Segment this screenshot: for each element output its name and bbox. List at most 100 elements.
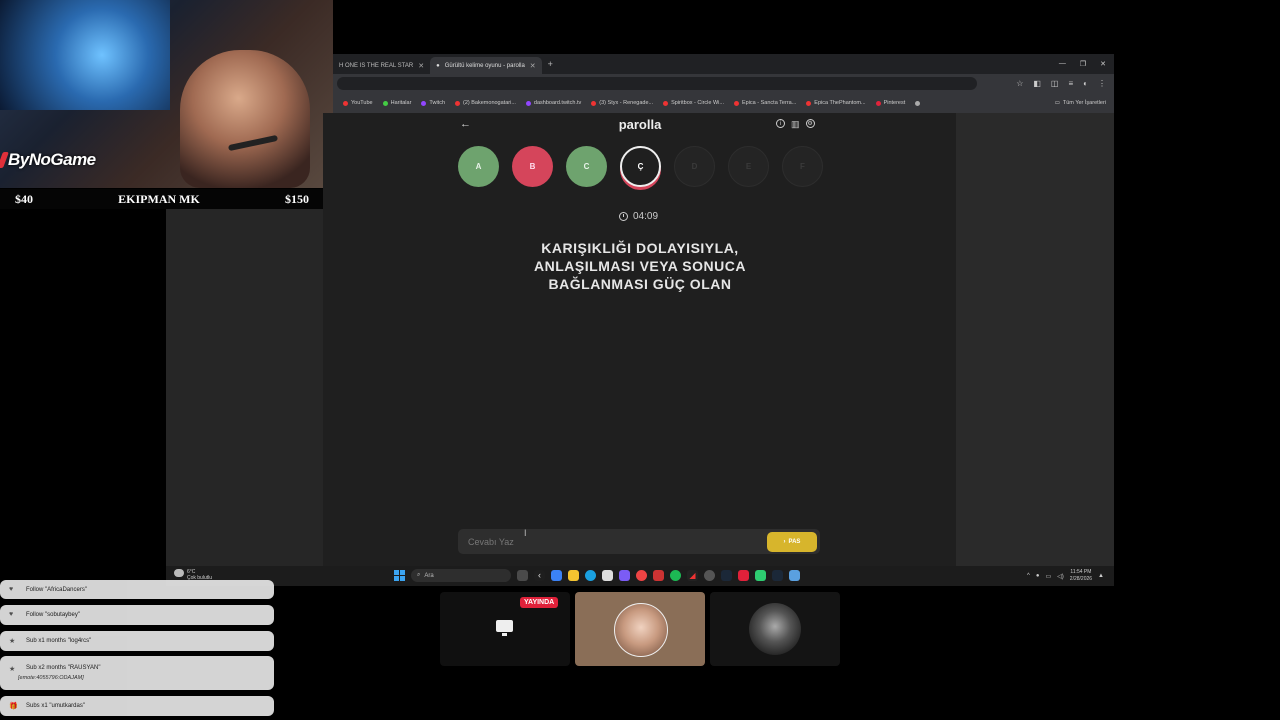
bookmark-epica-phantom[interactable]: Epica ThePhantom... — [806, 100, 866, 106]
bookmarks-bar: YouTube Haritalar Twitch (2) Bakemonogat… — [333, 93, 1114, 113]
file-explorer-icon[interactable] — [568, 570, 579, 581]
address-bar: ☆ ◧ ◫ ≡ ◐ ⋮ — [333, 74, 1114, 93]
header-icons: i ▥ ⚙ — [776, 119, 815, 130]
cloud-icon — [174, 569, 184, 577]
windows-taskbar: 6°C Çok bulutlu ⌕ Ara ‹ ◢ ^ ● ▭ ◁) 11:54 — [166, 566, 1114, 586]
chrome-icon[interactable] — [636, 570, 647, 581]
new-tab-icon[interactable]: + — [548, 59, 553, 69]
taskbar-clock[interactable]: 11:54 PM 2/28/2026 — [1070, 569, 1092, 583]
bookmark-spiritbox[interactable]: Spiritbox - Circle Wi... — [663, 100, 724, 106]
bookmark-youtube[interactable]: YouTube — [343, 100, 373, 106]
tab-close-icon[interactable]: ✕ — [418, 62, 424, 70]
goal-label: EKIPMAN MK — [118, 191, 200, 206]
info-icon[interactable]: i — [776, 119, 785, 128]
back-arrow-icon[interactable]: ← — [460, 118, 471, 130]
heart-icon: ♥ — [9, 585, 14, 593]
letter-circle-cedilla-c: Ç — [620, 146, 661, 187]
app-blue-icon[interactable] — [789, 570, 800, 581]
close-window-icon[interactable]: ✕ — [1100, 60, 1106, 68]
search-icon: ⌕ — [417, 572, 421, 578]
settings-icon[interactable]: ⚙ — [805, 119, 815, 128]
bookmarks-other-folder[interactable]: ▭ Tüm Yer İşaretleri — [1055, 100, 1114, 106]
extensions-puzzle-icon[interactable]: ◫ — [1051, 79, 1059, 88]
app-red-icon[interactable] — [738, 570, 749, 581]
event-subtext: [emote:4055796:ODAJAM] — [18, 675, 84, 681]
profile-icon[interactable]: ◐ — [1083, 79, 1088, 88]
settings-gear-icon[interactable] — [704, 570, 715, 581]
event-item: ★ Sub x1 months "log4rcs" — [0, 631, 274, 651]
star-bookmark-icon[interactable]: ☆ — [1016, 79, 1023, 88]
network-icon[interactable]: ▭ — [1046, 573, 1052, 580]
edge-icon[interactable] — [585, 570, 596, 581]
event-text: Follow "sobutaybey" — [26, 612, 80, 618]
screen-share-icon — [496, 620, 513, 632]
event-text: Subs x1 "umutkardas" — [26, 703, 85, 709]
spotify-icon[interactable] — [670, 570, 681, 581]
mic-icon[interactable]: ● — [1036, 573, 1040, 579]
tab-close-icon[interactable]: ✕ — [530, 62, 536, 70]
stats-icon[interactable]: ▥ — [791, 119, 800, 130]
donation-goal-bar: $40 EKIPMAN MK $150 — [0, 189, 333, 209]
chevron-up-icon[interactable]: ^ — [1027, 573, 1030, 579]
webcam-feed: ByNoGame — [0, 0, 333, 188]
minimize-icon[interactable]: — — [1059, 60, 1066, 68]
browser-tab[interactable]: H ONE IS THE REAL STAR ✕ — [333, 57, 430, 74]
bookmark-bakemonogatari[interactable]: (2) Bakemonogatari... — [455, 100, 516, 106]
question-line: ANLAŞILMASI VEYA SONUCA — [534, 258, 746, 274]
app-green-icon[interactable] — [755, 570, 766, 581]
letter-circle-b: B — [512, 146, 553, 187]
bookmark-pinterest[interactable]: Pinterest — [875, 100, 905, 106]
copilot-icon[interactable] — [551, 570, 562, 581]
media-icon[interactable]: ≡ — [1068, 79, 1073, 88]
extension-icon[interactable]: ◧ — [1033, 79, 1041, 88]
goal-current: $40 — [15, 191, 33, 206]
bookmark-twitch[interactable]: Twitch — [421, 100, 445, 106]
letter-progress: A B C Ç D E F — [458, 146, 823, 187]
letter-circle-c: C — [566, 146, 607, 187]
bookmark-styx[interactable]: (3) Styx - Renegade... — [591, 100, 653, 106]
event-item: 🎁 Subs x1 "umutkardas" — [0, 696, 274, 716]
taskbar-search[interactable]: ⌕ Ara — [411, 569, 511, 582]
menu-kebab-icon[interactable]: ⋮ — [1098, 79, 1106, 88]
windows-start-icon[interactable] — [394, 570, 405, 581]
chevron-right-icon: › — [783, 538, 786, 545]
bookmark-globe[interactable] — [915, 100, 921, 106]
search-placeholder: Ara — [424, 572, 434, 579]
clock-icon — [619, 212, 628, 221]
live-badge: YAYINDA — [520, 597, 559, 608]
avatar — [749, 603, 801, 655]
steam-icon[interactable] — [721, 570, 732, 581]
bookmark-dashboard[interactable]: dashboard.twitch.tv — [525, 100, 581, 106]
pass-button[interactable]: › PAS — [767, 531, 817, 552]
event-item: ★ Sub x2 months "RAUSYAN" [emote:4055796… — [0, 656, 274, 690]
event-item: ♥ Follow "sobutaybey" — [0, 605, 274, 625]
toolbar-icons: ☆ ◧ ◫ ≡ ◐ ⋮ — [1016, 79, 1114, 88]
store-icon[interactable] — [602, 570, 613, 581]
tab-title: Gürültü kelime oyunu - parolla — [444, 62, 525, 69]
bookmark-epica-sancta[interactable]: Epica - Sancta Terra... — [733, 100, 796, 106]
app-icon[interactable]: ◢ — [687, 570, 698, 581]
answer-input[interactable] — [466, 535, 767, 548]
right-background-panel — [956, 113, 1114, 566]
system-tray: ^ ● ▭ ◁) 11:54 PM 2/28/2026 ▲ — [1027, 569, 1104, 583]
letter-circle-e: E — [728, 146, 769, 187]
back-icon[interactable]: ‹ — [534, 570, 545, 581]
task-view-icon[interactable] — [517, 570, 528, 581]
bookmark-maps[interactable]: Haritalar — [382, 100, 411, 106]
browser-tab-active[interactable]: ● Gürültü kelime oyunu - parolla ✕ — [430, 57, 542, 74]
notification-bell-icon[interactable]: ▲ — [1098, 573, 1104, 579]
shield-icon[interactable] — [653, 570, 664, 581]
event-text: Sub x1 months "log4rcs" — [26, 638, 92, 644]
steam-icon[interactable] — [772, 570, 783, 581]
screen-share-icon-base — [502, 633, 507, 636]
gift-icon: 🎁 — [9, 703, 18, 710]
letter-circle-f: F — [782, 146, 823, 187]
url-field[interactable] — [337, 77, 977, 90]
volume-icon[interactable]: ◁) — [1057, 573, 1064, 580]
star-icon: ★ — [9, 638, 16, 645]
taskbar-apps: ⌕ Ara ‹ ◢ — [394, 569, 800, 582]
discord-icon[interactable] — [619, 570, 630, 581]
question-line: KARIŞIKLIĞI DOLAYISIYLA, — [541, 240, 739, 256]
avatar — [614, 603, 668, 657]
restore-icon[interactable]: ❐ — [1080, 60, 1086, 68]
